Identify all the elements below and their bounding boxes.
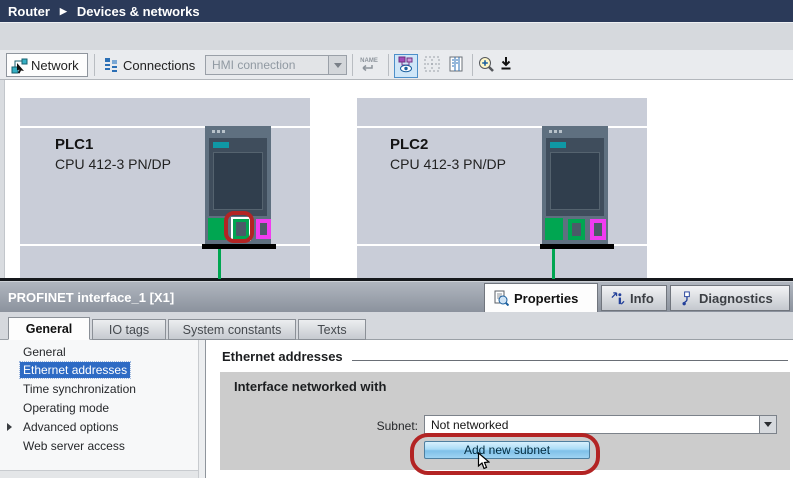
plc2-base-bar <box>540 244 614 249</box>
plc2-cpu-graphic[interactable] <box>542 126 608 246</box>
tree-item-operating-mode[interactable]: Operating mode <box>20 400 112 416</box>
cpu-label-chip <box>550 142 566 148</box>
tree-scrollbar[interactable] <box>198 340 206 478</box>
connections-button[interactable]: Connections <box>100 53 201 77</box>
tab-properties-label: Properties <box>514 290 579 306</box>
breadcrumb-current[interactable]: Devices & networks <box>77 4 200 19</box>
device-name[interactable]: PLC1 <box>55 136 93 153</box>
grid-view-button[interactable] <box>420 54 444 78</box>
breadcrumb-arrow-icon: ▶ <box>59 5 67 16</box>
network-mode-button[interactable]: Network <box>6 53 88 77</box>
tab-properties[interactable]: Properties <box>484 283 598 312</box>
plc1-base-bar <box>202 244 276 249</box>
tree-item-time-synchronization[interactable]: Time synchronization <box>20 381 139 397</box>
plc2-port-2[interactable] <box>568 219 585 240</box>
device-strip <box>20 246 310 278</box>
plc1-subnet-line <box>218 249 221 279</box>
network-toolbar: Network Connections HMI connection NAME <box>0 50 793 80</box>
subtab-general[interactable]: General <box>8 317 90 340</box>
subtab-io-tags[interactable]: IO tags <box>92 319 166 340</box>
name-tag-icon: NAME <box>360 58 378 74</box>
subnet-value: Not networked <box>431 417 509 432</box>
annotation-ring-button <box>410 433 600 475</box>
diagnostics-tab-icon <box>679 290 694 306</box>
section-title: Interface networked with <box>234 379 387 394</box>
tree-item-ethernet-addresses[interactable]: Ethernet addresses <box>18 361 132 379</box>
combo-dropdown-button[interactable] <box>328 56 346 74</box>
network-icon <box>11 57 28 74</box>
cpu-led-dots <box>549 130 562 133</box>
tia-portal-window: Router ▶ Devices & networks Network Conn… <box>0 0 793 478</box>
connections-label: Connections <box>123 57 196 73</box>
plc2-port-1[interactable] <box>545 218 563 240</box>
tab-info-label: Info <box>630 290 654 306</box>
tab-diagnostics-label: Diagnostics <box>699 290 773 306</box>
dashed-grid-icon <box>423 55 441 78</box>
columns-icon <box>447 55 465 78</box>
tab-info[interactable]: Info <box>601 285 667 311</box>
zoom-in-icon <box>477 55 495 78</box>
subnet-label: Subnet: <box>376 419 418 433</box>
properties-tab-icon <box>493 290 509 306</box>
toolbar-separator <box>352 54 353 76</box>
cpu-display <box>213 152 263 210</box>
cpu-front-panel <box>209 138 267 216</box>
properties-title: PROFINET interface_1 [X1] <box>8 290 175 305</box>
arrow-down-to-line-icon <box>500 56 512 76</box>
device-strip <box>357 246 647 278</box>
breadcrumb: Router ▶ Devices & networks <box>0 0 793 22</box>
connections-icon <box>102 57 118 74</box>
cpu-label-chip <box>213 142 229 148</box>
mouse-cursor-icon <box>477 451 491 476</box>
subtab-label: IO tags <box>108 322 150 337</box>
device-strip <box>357 98 647 126</box>
subtab-system-constants[interactable]: System constants <box>168 319 296 340</box>
plc2-subnet-line <box>552 249 555 279</box>
network-view-icon <box>397 55 415 78</box>
tree-item-advanced-options[interactable]: Advanced options <box>20 419 121 435</box>
cpu-front-panel <box>546 138 604 216</box>
connection-type-combobox[interactable]: HMI connection <box>205 55 347 75</box>
tab-diagnostics[interactable]: Diagnostics <box>670 285 790 311</box>
cpu-display <box>550 152 600 210</box>
plc1-port-3[interactable] <box>256 219 271 239</box>
subnet-dropdown[interactable]: Not networked <box>424 415 777 434</box>
cpu-led-dots <box>212 130 225 133</box>
toolbar-separator <box>472 54 473 76</box>
subtab-label: System constants <box>182 322 282 337</box>
heading-rule <box>352 360 788 361</box>
tree-horizontal-scrollbar[interactable] <box>0 470 198 478</box>
chevron-down-icon <box>764 422 772 427</box>
fit-to-page-button[interactable] <box>498 54 514 78</box>
title-gap-strip <box>0 22 793 50</box>
subnet-dropdown-button[interactable] <box>759 416 776 433</box>
tree-expand-arrow-icon[interactable] <box>7 423 12 431</box>
device-strip <box>20 98 310 126</box>
subtab-texts[interactable]: Texts <box>298 319 366 340</box>
toolbar-separator <box>94 54 95 76</box>
split-columns-view-button[interactable] <box>444 54 468 78</box>
breadcrumb-root[interactable]: Router <box>8 4 50 19</box>
network-mode-label: Network <box>31 57 79 73</box>
tree-item-general[interactable]: General <box>20 344 69 360</box>
zoom-button[interactable] <box>476 54 496 78</box>
connection-type-value: HMI connection <box>212 58 296 72</box>
toolbar-separator <box>388 54 389 76</box>
canvas-left-edge <box>0 80 5 278</box>
show-device-names-button[interactable]: NAME <box>357 54 381 78</box>
plc2-port-3[interactable] <box>590 219 606 240</box>
device-name[interactable]: PLC2 <box>390 136 428 153</box>
info-tab-icon <box>610 291 625 306</box>
content-heading: Ethernet addresses <box>222 349 343 364</box>
subtab-label: General <box>25 321 73 336</box>
subtab-label: Texts <box>317 322 347 337</box>
annotation-ring-port <box>224 211 254 243</box>
device-type: CPU 412-3 PN/DP <box>390 156 506 172</box>
chevron-down-icon <box>333 62 342 68</box>
device-type: CPU 412-3 PN/DP <box>55 156 171 172</box>
tree-item-web-server-access[interactable]: Web server access <box>20 438 128 454</box>
network-overview-toggle-button[interactable] <box>394 54 418 78</box>
